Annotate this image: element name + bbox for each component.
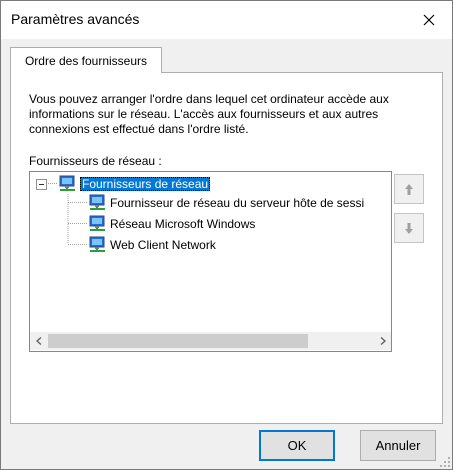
tab-strip: Ordre des fournisseurs — [10, 47, 440, 73]
tree-item-label: Web Client Network — [110, 238, 216, 252]
ok-button-label: OK — [287, 438, 307, 453]
network-providers-label: Fournisseurs de réseau : — [29, 154, 162, 168]
tree-item-label: Fournisseurs de réseau — [80, 177, 211, 191]
scroll-right-button[interactable] — [374, 332, 391, 350]
tab-panel: Vous pouvez arranger l'ordre dans lequel… — [10, 72, 443, 424]
tree-item-child[interactable]: Fournisseur de réseau du serveur hôte de… — [88, 194, 364, 212]
title-bar: Paramètres avancés — [1, 1, 452, 39]
move-down-button[interactable] — [394, 213, 424, 243]
dialog-window: Paramètres avancés Ordre des fournisseur… — [0, 0, 453, 470]
network-icon — [89, 236, 105, 252]
cancel-button-label: Annuler — [375, 438, 421, 453]
description-text: Vous pouvez arranger l'ordre dans lequel… — [29, 92, 389, 136]
tree-body: Fournisseurs de réseau Fournisseur de ré… — [30, 172, 391, 332]
tree-item-root[interactable]: Fournisseurs de réseau — [58, 175, 211, 193]
network-icon — [59, 175, 75, 191]
chevron-right-icon — [380, 337, 386, 345]
arrow-up-icon — [405, 183, 413, 195]
tree-item-label: Fournisseur de réseau du serveur hôte de… — [110, 196, 365, 210]
tree-item-label: Réseau Microsoft Windows — [110, 217, 256, 231]
close-button[interactable] — [406, 1, 452, 39]
cancel-button[interactable]: Annuler — [360, 430, 436, 461]
arrow-down-icon — [405, 222, 413, 234]
tree-item-child[interactable]: Réseau Microsoft Windows — [88, 215, 255, 233]
horizontal-scrollbar[interactable] — [30, 332, 391, 350]
tree-item-child[interactable]: Web Client Network — [88, 236, 216, 254]
move-up-button[interactable] — [394, 174, 424, 204]
providers-tree[interactable]: Fournisseurs de réseau Fournisseur de ré… — [29, 171, 392, 352]
collapse-toggle[interactable] — [36, 179, 47, 190]
network-icon — [89, 194, 105, 210]
resize-grip-icon[interactable] — [440, 457, 450, 467]
window-title: Paramètres avancés — [11, 11, 140, 27]
tab-provider-order[interactable]: Ordre des fournisseurs — [10, 47, 162, 73]
network-icon — [89, 215, 105, 231]
close-icon — [423, 14, 435, 26]
ok-button[interactable]: OK — [259, 430, 335, 461]
tab-label: Ordre des fournisseurs — [24, 53, 148, 68]
scrollbar-thumb[interactable] — [48, 334, 308, 348]
scroll-left-button[interactable] — [30, 332, 47, 350]
chevron-left-icon — [35, 337, 41, 345]
minus-icon — [39, 184, 44, 185]
